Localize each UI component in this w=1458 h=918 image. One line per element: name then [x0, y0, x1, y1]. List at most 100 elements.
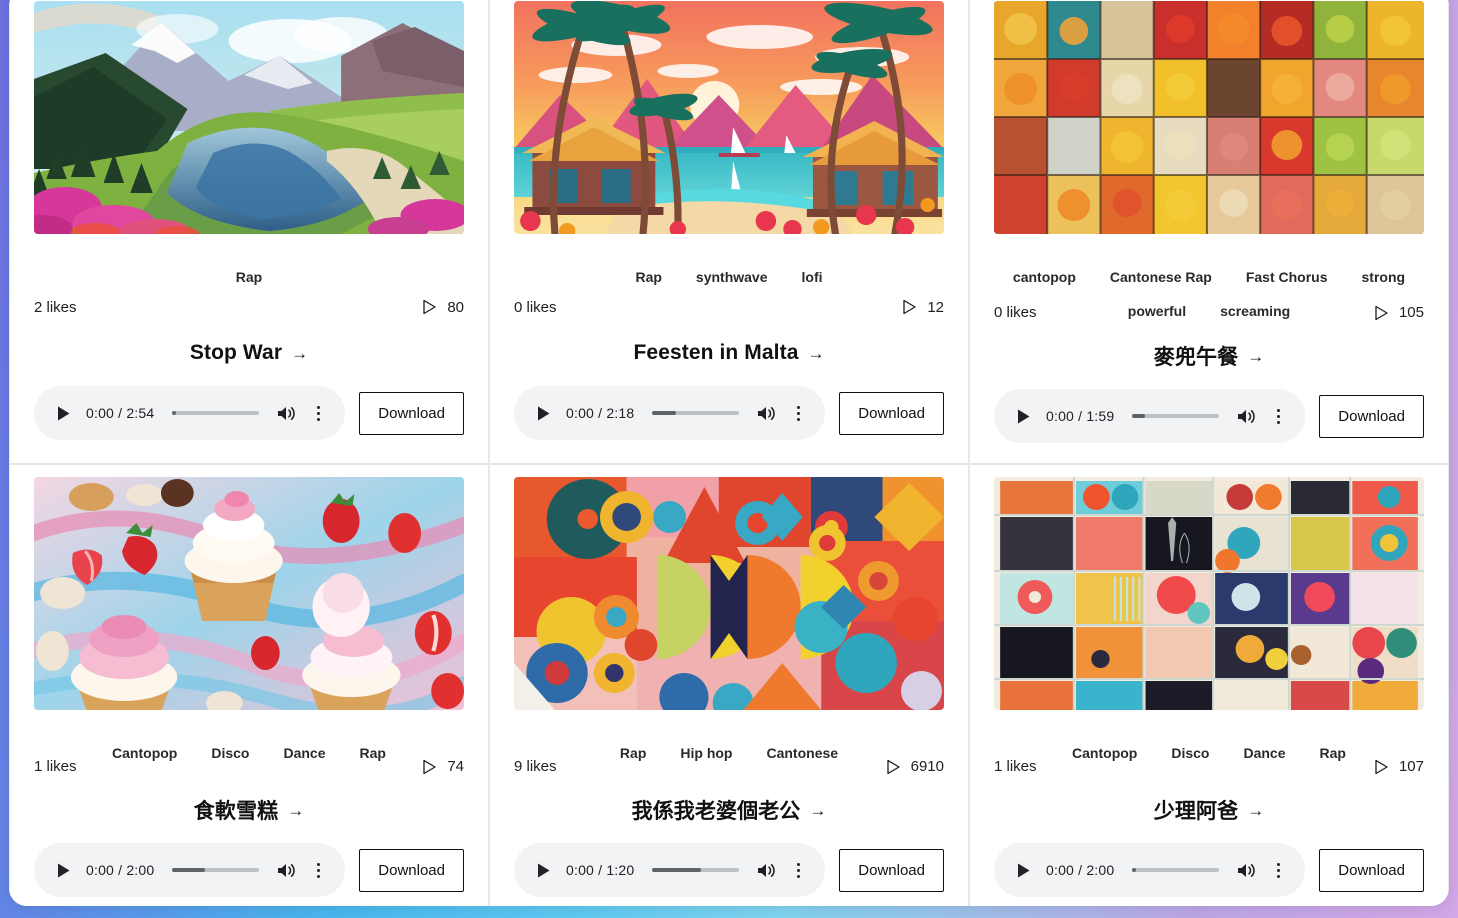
audio-overflow-menu-icon[interactable] — [311, 405, 325, 421]
song-gallery-page: Rap 2 likes 80 Stop War → 0:00 / 2:54 Do… — [9, 0, 1449, 906]
tag-list: Cantopop Disco Dance Rap — [994, 710, 1424, 761]
audio-player[interactable]: 0:00 / 2:54 — [34, 386, 346, 440]
audio-progress-slider[interactable] — [1132, 414, 1220, 418]
play-count-value: 12 — [927, 298, 944, 316]
play-count: 105 — [1374, 304, 1424, 321]
play-count-value: 105 — [1398, 304, 1424, 321]
tag-list: Rap synthwave lofi — [514, 234, 944, 294]
audio-volume-icon[interactable] — [277, 860, 297, 880]
audio-player[interactable]: 0:00 / 2:18 — [514, 386, 826, 440]
audio-player[interactable]: 0:00 / 2:00 — [34, 843, 346, 897]
arrow-right-icon: → — [807, 343, 825, 363]
likes-count: 9 likes — [514, 758, 557, 775]
audio-time-display: 0:00 / 2:54 — [86, 405, 155, 421]
song-title: 麥兜午餐 — [1153, 346, 1239, 369]
audio-progress-slider[interactable] — [172, 411, 260, 415]
song-cover-art[interactable] — [514, 477, 944, 710]
audio-play-button[interactable] — [1014, 861, 1032, 879]
audio-progress-fill — [1132, 868, 1136, 872]
audio-progress-slider[interactable] — [1132, 868, 1220, 872]
audio-progress-slider[interactable] — [652, 868, 740, 872]
tag-chip[interactable]: Fast Chorus — [1246, 260, 1328, 294]
song-title-link[interactable]: 少理阿爸 → — [994, 795, 1424, 825]
song-card: Cantopop Disco Dance Rap 1 likes 107 少理阿爸 → — [969, 464, 1449, 906]
play-count: 6910 — [886, 758, 944, 775]
audio-overflow-menu-icon[interactable] — [791, 405, 805, 421]
likes-count: 0 likes — [994, 304, 1037, 321]
tag-chip[interactable]: cantopop — [1013, 260, 1076, 294]
audio-player[interactable]: 0:00 / 1:59 — [994, 389, 1306, 443]
play-count: 12 — [902, 299, 944, 316]
song-title-link[interactable]: 麥兜午餐 → — [994, 341, 1424, 371]
song-title-link[interactable]: Stop War → — [34, 338, 464, 368]
audio-volume-icon[interactable] — [277, 403, 297, 423]
tag-list: cantopop Cantonese Rap Fast Chorus strong po… — [994, 234, 1424, 319]
tag-chip[interactable]: synthwave — [696, 260, 768, 294]
audio-progress-fill — [652, 411, 676, 415]
song-cover-art[interactable] — [34, 1, 464, 234]
audio-overflow-menu-icon[interactable] — [1271, 862, 1285, 878]
song-meta-row: 1 likes 74 — [34, 758, 464, 775]
audio-volume-icon[interactable] — [1237, 406, 1257, 426]
tag-chip[interactable]: Rap — [236, 260, 262, 294]
audio-play-button[interactable] — [534, 404, 552, 422]
audio-play-button[interactable] — [534, 861, 552, 879]
download-button[interactable]: Download — [1319, 394, 1424, 438]
audio-time-display: 0:00 / 2:00 — [86, 862, 155, 878]
audio-volume-icon[interactable] — [757, 860, 777, 880]
song-title-link[interactable]: 食軟雪糕 → — [34, 795, 464, 825]
song-title: 少理阿爸 — [1153, 800, 1239, 823]
song-meta-row: 0 likes 12 — [514, 296, 944, 318]
download-button[interactable]: Download — [839, 848, 944, 892]
arrow-right-icon: → — [291, 343, 309, 363]
song-title-link[interactable]: 我係我老婆個老公 → — [514, 795, 944, 825]
song-card: cantopop Cantonese Rap Fast Chorus strong po… — [969, 0, 1449, 464]
arrow-right-icon: → — [1247, 346, 1265, 366]
audio-time-display: 0:00 / 2:18 — [566, 405, 635, 421]
play-count: 74 — [422, 758, 464, 775]
audio-player[interactable]: 0:00 / 1:20 — [514, 843, 826, 897]
audio-play-button[interactable] — [1014, 407, 1032, 425]
song-title: 我係我老婆個老公 — [631, 800, 801, 823]
audio-player[interactable]: 0:00 / 2:00 — [994, 843, 1306, 897]
song-cover-art[interactable] — [34, 477, 464, 710]
audio-volume-icon[interactable] — [757, 403, 777, 423]
tag-chip[interactable]: strong — [1362, 260, 1406, 294]
audio-progress-fill — [172, 411, 176, 415]
tag-chip[interactable]: lofi — [802, 260, 823, 294]
likes-count: 1 likes — [994, 758, 1037, 775]
song-title: Stop War — [189, 341, 283, 364]
player-row: 0:00 / 1:20 Download — [514, 843, 944, 897]
download-button[interactable]: Download — [359, 391, 464, 435]
song-meta-row: 9 likes 6910 — [514, 758, 944, 775]
play-outline-icon — [903, 299, 916, 315]
download-button[interactable]: Download — [1319, 848, 1424, 892]
arrow-right-icon: → — [1247, 800, 1265, 820]
song-title-link[interactable]: Feesten in Malta → — [514, 338, 944, 368]
player-row: 0:00 / 2:54 Download — [34, 386, 464, 440]
song-card: Rap synthwave lofi 0 likes 12 Feesten in M… — [489, 0, 969, 464]
audio-overflow-menu-icon[interactable] — [311, 862, 325, 878]
audio-progress-slider[interactable] — [652, 411, 740, 415]
audio-play-button[interactable] — [54, 861, 72, 879]
tag-chip[interactable]: Cantonese Rap — [1110, 260, 1212, 294]
audio-progress-fill — [1132, 414, 1145, 418]
song-cover-art[interactable] — [994, 477, 1424, 710]
song-card-grid: Rap 2 likes 80 Stop War → 0:00 / 2:54 Do… — [9, 0, 1449, 906]
play-count-value: 6910 — [910, 758, 944, 775]
audio-progress-slider[interactable] — [172, 868, 260, 872]
song-card: Rap 2 likes 80 Stop War → 0:00 / 2:54 Do… — [9, 0, 489, 464]
download-button[interactable]: Download — [839, 391, 944, 435]
audio-volume-icon[interactable] — [1237, 860, 1257, 880]
song-cover-art[interactable] — [514, 1, 944, 234]
audio-overflow-menu-icon[interactable] — [791, 862, 805, 878]
download-button[interactable]: Download — [359, 848, 464, 892]
song-meta-row: 1 likes 107 — [994, 758, 1424, 775]
tag-chip[interactable]: Rap — [635, 260, 661, 294]
audio-overflow-menu-icon[interactable] — [1271, 408, 1285, 424]
audio-time-display: 0:00 / 2:00 — [1046, 862, 1115, 878]
play-outline-icon — [423, 759, 436, 774]
likes-count: 0 likes — [514, 298, 557, 316]
audio-play-button[interactable] — [54, 404, 72, 422]
song-cover-art[interactable] — [994, 1, 1424, 234]
